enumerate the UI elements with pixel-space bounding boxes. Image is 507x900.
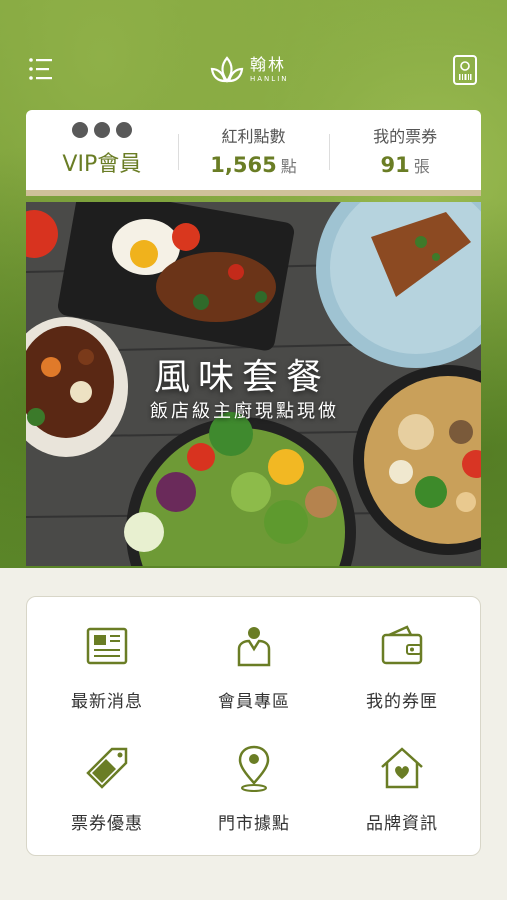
- menu-item-label: 品牌資訊: [366, 814, 438, 834]
- tickets-label: 我的票券: [373, 127, 438, 146]
- member-icon: [237, 627, 271, 667]
- menu-item-wallet[interactable]: 我的券匣: [327, 603, 477, 713]
- menu-item-label: 票券優惠: [71, 814, 143, 834]
- logo-english-text: HANLIN: [250, 75, 289, 83]
- level-dot: [93, 122, 110, 138]
- banner-title: 風味套餐: [154, 357, 331, 398]
- logo-chinese-text: 翰林: [250, 55, 287, 74]
- menu-item-label: 門市據點: [218, 814, 290, 834]
- tag-icon: [86, 747, 128, 789]
- points-unit: 點: [280, 157, 297, 176]
- brand-logo: 翰林 HANLIN: [210, 50, 305, 90]
- feature-menu-grid: 最新消息 會員專區 我的券匣 票券優惠 門市據點 品牌資訊: [26, 596, 481, 856]
- vip-level-dots: [71, 122, 132, 138]
- my-tickets[interactable]: 我的票券 91 張: [329, 110, 481, 190]
- tickets-value: 91: [380, 153, 410, 177]
- points-label: 紅利點數: [221, 127, 286, 146]
- menu-item-brand-info[interactable]: 品牌資訊: [327, 725, 477, 835]
- menu-item-news[interactable]: 最新消息: [32, 603, 182, 713]
- member-stats-bar: VIP會員 紅利點數 1,565 點 我的票券 91 張: [26, 110, 481, 196]
- menu-item-coupons[interactable]: 票券優惠: [32, 725, 182, 835]
- tickets-unit: 張: [413, 157, 430, 176]
- house-heart-icon: [381, 747, 423, 789]
- member-barcode-card-icon: [453, 55, 477, 85]
- leaf-logo-icon: [210, 56, 244, 83]
- bonus-points[interactable]: 紅利點數 1,565 點: [177, 110, 330, 190]
- member-card-button[interactable]: [452, 54, 478, 86]
- menu-item-label: 最新消息: [71, 692, 143, 712]
- newspaper-icon: [86, 627, 128, 665]
- points-value: 1,565: [210, 153, 277, 177]
- banner-subtitle: 飯店級主廚現點現做: [150, 401, 339, 422]
- menu-item-member-zone[interactable]: 會員專區: [179, 603, 329, 713]
- wallet-icon: [381, 625, 423, 665]
- location-pin-icon: [238, 745, 270, 792]
- menu-item-store-locations[interactable]: 門市據點: [179, 725, 329, 835]
- level-dot: [71, 122, 88, 138]
- vip-label: VIP會員: [62, 152, 142, 177]
- menu-item-label: 我的券匣: [366, 692, 438, 712]
- menu-item-label: 會員專區: [218, 692, 290, 712]
- level-dot: [115, 122, 132, 138]
- promo-banner[interactable]: 風味套餐 飯店級主廚現點現做: [26, 202, 481, 566]
- hamburger-menu-icon: [29, 58, 52, 80]
- top-bar: 翰林 HANLIN: [0, 0, 507, 108]
- menu-button[interactable]: [28, 56, 56, 82]
- vip-level[interactable]: VIP會員: [26, 110, 178, 190]
